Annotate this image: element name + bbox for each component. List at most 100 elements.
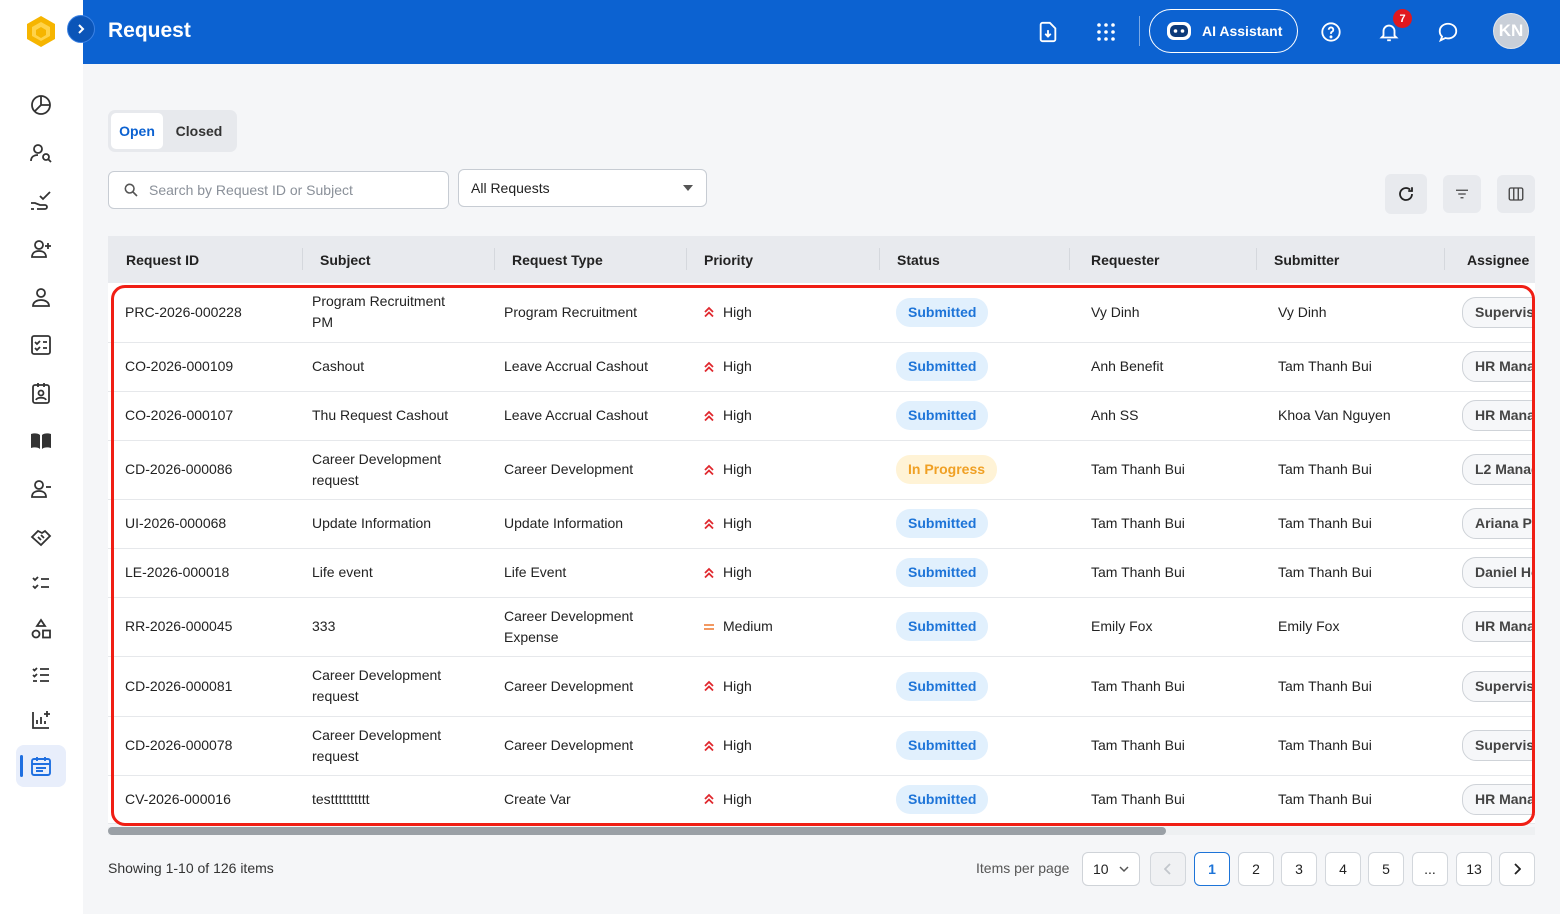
sidebar-item-book[interactable] (16, 420, 66, 462)
cell-request-id[interactable]: CO-2026-000107 (108, 391, 302, 440)
pagination-page-3[interactable]: 3 (1281, 852, 1317, 886)
column-header-subject[interactable]: Subject (302, 236, 494, 283)
cell-request-id[interactable]: CD-2026-000086 (108, 440, 302, 499)
pagination-page-2[interactable]: 2 (1238, 852, 1274, 886)
table-row[interactable]: CV-2026-000016 testttttttttt Create Var Hig… (108, 775, 1535, 823)
sidebar-item-list-check[interactable] (16, 654, 66, 696)
chat-button[interactable] (1432, 16, 1464, 48)
double-chevron-up-icon (704, 361, 714, 372)
sidebar-item-user[interactable] (16, 276, 66, 318)
cell-request-type: Create Var (504, 790, 571, 807)
sidebar-item-badge[interactable] (16, 372, 66, 414)
sidebar-item-dashboard[interactable] (16, 84, 66, 126)
priority-indicator: High (703, 459, 879, 480)
people-search-icon (30, 144, 52, 163)
sidebar-item-chart-add[interactable] (16, 699, 66, 741)
tab-open[interactable]: Open (111, 113, 163, 149)
table-row[interactable]: CO-2026-000109 Cashout Leave Accrual Casho… (108, 342, 1535, 391)
column-header-assignee[interactable]: Assignee (1444, 236, 1535, 283)
table-row[interactable]: LE-2026-000018 Life event Life Event High Su… (108, 548, 1535, 597)
cell-request-type: Career Development Expense (504, 607, 634, 645)
cell-status: Submitted (879, 716, 1069, 775)
table-row[interactable]: RR-2026-000045 333 Career Development Expe… (108, 597, 1535, 656)
cell-request-id[interactable]: PRC-2026-000228 (108, 283, 302, 342)
badge-icon (32, 383, 50, 404)
priority-label: Medium (723, 618, 773, 634)
header-divider (1139, 16, 1140, 46)
sidebar-item-people-search[interactable] (16, 132, 66, 174)
user-avatar[interactable]: KN (1493, 13, 1529, 49)
double-chevron-up-icon (704, 464, 714, 475)
cell-request-id[interactable]: CD-2026-000081 (108, 656, 302, 716)
download-button[interactable] (1032, 16, 1064, 48)
items-per-page-select[interactable]: 10 (1082, 852, 1140, 886)
search-input[interactable] (149, 182, 439, 198)
column-header-priority[interactable]: Priority (686, 236, 879, 283)
pagination-page-4[interactable]: 4 (1325, 852, 1361, 886)
top-header: Request AI Assistant 7 KN (83, 0, 1560, 64)
sidebar-item-shapes[interactable] (16, 608, 66, 650)
column-header-status[interactable]: Status (879, 236, 1069, 283)
status-badge: Submitted (896, 784, 989, 814)
help-button[interactable] (1315, 16, 1347, 48)
priority-label: High (723, 407, 752, 423)
ai-assistant-button[interactable]: AI Assistant (1149, 9, 1298, 53)
chevron-down-icon (1119, 865, 1129, 872)
table-row[interactable]: CD-2026-000078 Career Development request… (108, 716, 1535, 775)
table-row[interactable]: UI-2026-000068 Update Information Update I… (108, 499, 1535, 548)
pagination-page-13[interactable]: 13 (1456, 852, 1492, 886)
status-badge: Submitted (896, 509, 989, 538)
refresh-button[interactable] (1385, 174, 1427, 214)
cell-request-id[interactable]: UI-2026-000068 (108, 499, 302, 548)
priority-label: High (723, 564, 752, 580)
apps-button[interactable] (1090, 16, 1122, 48)
cell-request-id[interactable]: CV-2026-000016 (108, 775, 302, 823)
requests-table: Request ID Subject Request Type Priority… (108, 236, 1535, 824)
column-header-requester[interactable]: Requester (1069, 236, 1256, 283)
sidebar-toggle-button[interactable] (67, 15, 95, 43)
table-row[interactable]: CO-2026-000107 Thu Request Cashout Leave A… (108, 391, 1535, 440)
cell-assignee: HR Manager (1444, 775, 1535, 823)
cell-status: Submitted (879, 499, 1069, 548)
tab-closed[interactable]: Closed (166, 113, 232, 149)
horizontal-scrollbar[interactable] (108, 827, 1535, 835)
cell-submitter: Tam Thanh Bui (1278, 677, 1372, 694)
sidebar-item-task-list[interactable] (16, 562, 66, 604)
table-row[interactable]: PRC-2026-000228 Program Recruitment PM Pro… (108, 283, 1535, 342)
app-logo[interactable] (24, 14, 58, 48)
sidebar-item-add-user[interactable] (16, 228, 66, 270)
column-header-request-id[interactable]: Request ID (108, 236, 302, 283)
column-header-submitter[interactable]: Submitter (1256, 236, 1444, 283)
pagination-ellipsis[interactable]: ... (1412, 852, 1448, 886)
cell-request-id[interactable]: CO-2026-000109 (108, 342, 302, 391)
cell-subject: Update Information (312, 515, 432, 531)
sidebar-item-handshake[interactable] (16, 516, 66, 558)
pagination-prev-button[interactable] (1150, 852, 1186, 886)
book-icon (31, 433, 51, 449)
cell-status: Submitted (879, 342, 1069, 391)
columns-button[interactable] (1497, 175, 1535, 213)
chat-icon (1438, 22, 1458, 43)
sidebar-item-checklist[interactable] (16, 324, 66, 366)
pagination-next-button[interactable] (1499, 852, 1535, 886)
pagination-page-1[interactable]: 1 (1194, 852, 1230, 886)
sidebar-item-user-minus[interactable] (16, 468, 66, 510)
cell-requester: Tam Thanh Bui (1091, 564, 1185, 580)
cell-status: Submitted (879, 656, 1069, 716)
sidebar-item-hand-check[interactable] (16, 180, 66, 222)
filter-button[interactable] (1443, 175, 1481, 213)
cell-status: Submitted (879, 391, 1069, 440)
sidebar-item-requests[interactable] (16, 745, 66, 787)
cell-request-id[interactable]: LE-2026-000018 (108, 548, 302, 597)
cell-submitter: Tam Thanh Bui (1278, 790, 1372, 807)
cell-request-id[interactable]: CD-2026-000078 (108, 716, 302, 775)
cell-request-id[interactable]: RR-2026-000045 (108, 597, 302, 656)
request-filter-select[interactable]: All Requests (458, 169, 707, 207)
scrollbar-thumb[interactable] (108, 827, 1166, 835)
table-row[interactable]: CD-2026-000081 Career Development request… (108, 656, 1535, 716)
pagination-page-5[interactable]: 5 (1368, 852, 1404, 886)
list-check-icon (32, 667, 49, 682)
table-row[interactable]: CD-2026-000086 Career Development request… (108, 440, 1535, 499)
notification-count-badge: 7 (1393, 9, 1412, 28)
column-header-request-type[interactable]: Request Type (494, 236, 686, 283)
